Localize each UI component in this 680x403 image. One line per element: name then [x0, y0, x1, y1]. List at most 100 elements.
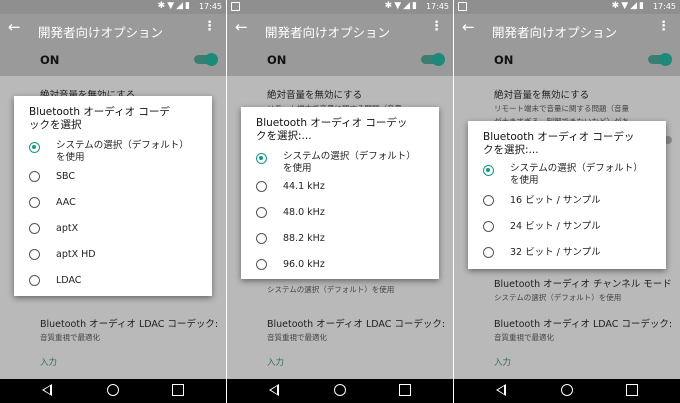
- option-label: システムの選択（デフォルト） を使用: [510, 163, 643, 186]
- screen-sample-rate: ✱▼◢▮ 17:45 ← 開発者向けオプション ⋮ ON 絶対音量を無効にする …: [227, 0, 453, 403]
- setting-title: Bluetooth オーディオ LDAC コーデック: 再...: [494, 319, 674, 330]
- nav-back-icon[interactable]: [269, 384, 279, 396]
- more-vert-icon[interactable]: ⋮: [430, 19, 443, 34]
- master-switch-row[interactable]: ON: [227, 44, 453, 76]
- radio-unselected[interactable]: [29, 249, 40, 260]
- option-label: 24 ビット / サンプル: [510, 221, 601, 232]
- nav-back-icon[interactable]: [496, 384, 506, 396]
- option-sbc[interactable]: SBC: [14, 169, 212, 185]
- option-system-default[interactable]: システムの選択（デフォルト） を使用: [14, 138, 212, 164]
- radio-unselected[interactable]: [29, 275, 40, 286]
- setting-title: 絶対音量を無効にする: [267, 90, 363, 101]
- radio-unselected[interactable]: [256, 233, 267, 244]
- nav-recent-icon[interactable]: [626, 384, 638, 396]
- option-aptx[interactable]: aptX: [14, 221, 212, 237]
- dialog-title-line1: Bluetooth オーディオ コーデッ: [483, 131, 635, 143]
- setting-title: Bluetooth オーディオ チャンネル モード: [494, 279, 672, 290]
- setting-title: Bluetooth オーディオ LDAC コーデック: 再...: [40, 319, 220, 330]
- option-system-default[interactable]: システムの選択（デフォルト） を使用: [468, 161, 666, 187]
- nav-home-icon[interactable]: [334, 384, 346, 396]
- screen-bits-per-sample: ✱▼◢▮ 17:45 ← 開発者向けオプション ⋮ ON 絶対音量を無効にする …: [454, 0, 680, 403]
- dialog-title: Bluetooth オーディオ コーデ ックを選択: [29, 106, 170, 132]
- radio-selected[interactable]: [256, 153, 267, 164]
- option-label: LDAC: [56, 275, 82, 286]
- radio-unselected[interactable]: [483, 195, 494, 206]
- option-96-khz[interactable]: 96.0 kHz: [241, 257, 439, 273]
- radio-unselected[interactable]: [256, 181, 267, 192]
- nav-recent-icon[interactable]: [172, 384, 184, 396]
- more-vert-icon[interactable]: ⋮: [657, 19, 670, 34]
- radio-unselected[interactable]: [256, 207, 267, 218]
- nav-home-icon[interactable]: [107, 384, 119, 396]
- radio-unselected[interactable]: [29, 223, 40, 234]
- setting-subtitle: 音質重視で最適化: [40, 333, 100, 342]
- toggle-knob: [432, 53, 445, 66]
- option-48-khz[interactable]: 48.0 kHz: [241, 205, 439, 221]
- back-arrow-icon[interactable]: ←: [462, 18, 475, 36]
- radio-selected[interactable]: [483, 165, 494, 176]
- setting-channel-mode[interactable]: Bluetooth オーディオ チャンネル モード システムの選択（デフォルト）…: [494, 276, 674, 303]
- nav-home-icon[interactable]: [561, 384, 573, 396]
- status-time: 17:45: [198, 2, 222, 11]
- option-88-2-khz[interactable]: 88.2 kHz: [241, 231, 439, 247]
- master-toggle[interactable]: [648, 53, 672, 66]
- dialog-title-line2: ックを選択: [29, 119, 82, 131]
- option-32-bit[interactable]: 32 ビット / サンプル: [468, 245, 666, 261]
- option-44-1-khz[interactable]: 44.1 kHz: [241, 179, 439, 195]
- dialog-title-line1: Bluetooth オーディオ コーデ: [29, 106, 170, 118]
- codec-dialog: Bluetooth オーディオ コーデ ックを選択 システムの選択（デフォルト）…: [14, 96, 212, 296]
- toggle-knob: [205, 53, 218, 66]
- section-header-input: 入力: [40, 358, 58, 368]
- option-label: aptX HD: [56, 249, 96, 260]
- master-switch-row[interactable]: ON: [454, 44, 680, 76]
- setting-ldac-codec[interactable]: Bluetooth オーディオ LDAC コーデック: 再... 音質重視で最適…: [267, 316, 447, 343]
- status-bar: ✱▼◢▮ 17:45: [454, 0, 680, 14]
- master-toggle[interactable]: [194, 53, 218, 66]
- back-arrow-icon[interactable]: ←: [235, 18, 248, 36]
- nav-back-icon[interactable]: [42, 384, 52, 396]
- setting-channel-mode[interactable]: システムの選択（デフォルト）を使用: [267, 282, 447, 295]
- radio-selected[interactable]: [29, 142, 40, 153]
- nav-recent-icon[interactable]: [399, 384, 411, 396]
- radio-unselected[interactable]: [29, 197, 40, 208]
- setting-subtitle: システムの選択（デフォルト）を使用: [494, 293, 622, 302]
- master-toggle[interactable]: [421, 53, 445, 66]
- option-aac[interactable]: AAC: [14, 195, 212, 211]
- setting-subtitle: システムの選択（デフォルト）を使用: [267, 285, 395, 294]
- radio-unselected[interactable]: [256, 259, 267, 270]
- settings-list: ON 絶対音量を無効にする リモート端末で音量に関する問題（音量 が大きすぎる、…: [454, 44, 680, 379]
- radio-unselected[interactable]: [483, 247, 494, 258]
- setting-title: 絶対音量を無効にする: [494, 90, 590, 101]
- radio-unselected[interactable]: [29, 171, 40, 182]
- setting-title: Bluetooth オーディオ LDAC コーデック: 再...: [267, 319, 447, 330]
- settings-list: ON 絶対音量を無効にする リモート端末で音量に関する問題（音量 システムの選択…: [227, 44, 453, 379]
- option-ldac[interactable]: LDAC: [14, 273, 212, 289]
- option-label: 48.0 kHz: [283, 207, 325, 218]
- option-aptx-hd[interactable]: aptX HD: [14, 247, 212, 263]
- more-vert-icon[interactable]: ⋮: [203, 19, 216, 34]
- option-label: システムの選択（デフォルト） を使用: [56, 140, 189, 163]
- app-bar: ← 開発者向けオプション ⋮: [227, 14, 453, 44]
- status-time: 17:45: [425, 2, 449, 11]
- setting-ldac-codec[interactable]: Bluetooth オーディオ LDAC コーデック: 再... 音質重視で最適…: [40, 316, 220, 343]
- master-switch-row[interactable]: ON: [0, 44, 226, 76]
- option-system-default[interactable]: システムの選択（デフォルト） を使用: [241, 149, 439, 175]
- navigation-bar: [227, 379, 453, 403]
- settings-list: ON 絶対音量を無効にする Bluetooth オーディオ LDAC コーデック…: [0, 44, 226, 379]
- radio-unselected[interactable]: [483, 221, 494, 232]
- bits-per-sample-dialog: Bluetooth オーディオ コーデッ クを選択:... システムの選択（デフ…: [468, 121, 666, 269]
- navigation-bar: [0, 379, 226, 403]
- back-arrow-icon[interactable]: ←: [8, 18, 21, 36]
- screens-container: ✱▼◢▮ 17:45 ← 開発者向けオプション ⋮ ON 絶対音量を無効にする …: [0, 0, 680, 403]
- status-bar: ✱▼◢▮ 17:45: [0, 0, 226, 14]
- option-label: AAC: [56, 197, 76, 208]
- page-title: 開発者向けオプション: [265, 25, 391, 40]
- option-24-bit[interactable]: 24 ビット / サンプル: [468, 219, 666, 235]
- setting-subtitle: リモート端末で音量に関する問題（音量: [494, 104, 629, 113]
- image-notification-icon: [458, 2, 467, 11]
- option-16-bit[interactable]: 16 ビット / サンプル: [468, 193, 666, 209]
- on-label: ON: [40, 53, 60, 67]
- section-header-input: 入力: [267, 358, 285, 368]
- option-label: 44.1 kHz: [283, 181, 325, 192]
- setting-ldac-codec[interactable]: Bluetooth オーディオ LDAC コーデック: 再... 音質重視で最適…: [494, 316, 674, 343]
